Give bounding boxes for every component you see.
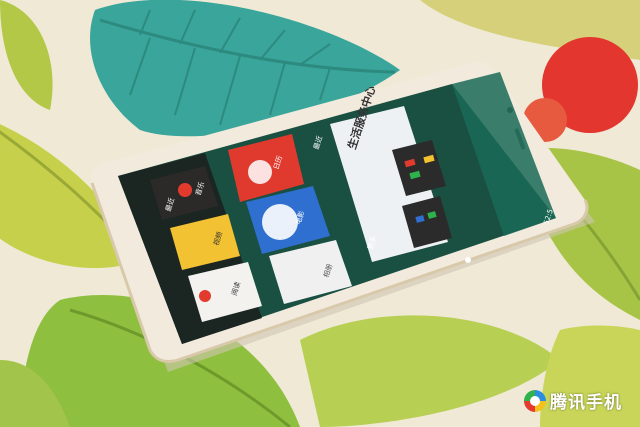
tablecloth-background: 生活服务中心 日历 电影 相册 音乐 视频 阅读 最近 最近 更多 52:5 (0, 0, 640, 427)
tencent-watermark: 腾讯手机 (524, 388, 622, 413)
watermark-text: 腾讯手机 (550, 393, 622, 413)
tencent-logo-icon (524, 389, 546, 412)
photo-scene: 生活服务中心 日历 电影 相册 音乐 视频 阅读 最近 最近 更多 52:5 腾… (0, 0, 640, 427)
